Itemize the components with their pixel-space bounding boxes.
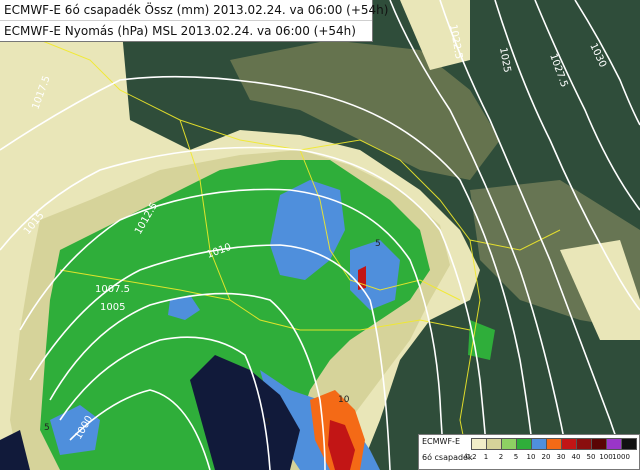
legend-swatch xyxy=(606,438,622,450)
legend-title: ECMWF-E xyxy=(422,437,460,446)
legend-threshold: 5 xyxy=(513,453,519,461)
legend-swatch xyxy=(486,438,502,450)
precip-label: 5 xyxy=(44,423,50,433)
precip-title: ECMWF-E 6ó csapadék Össz (mm) 2013.02.24… xyxy=(4,3,389,17)
legend-threshold: 1 xyxy=(483,453,489,461)
precip-label: 5 xyxy=(265,418,271,428)
legend-threshold: 100 xyxy=(599,453,613,461)
legend-threshold: 10 xyxy=(526,453,536,461)
legend-threshold: 0.2 xyxy=(465,453,477,461)
legend-threshold: 2 xyxy=(498,453,504,461)
precip-zone-20mm-spot xyxy=(358,266,366,290)
legend-swatch xyxy=(546,438,562,450)
precip-label: 5 xyxy=(375,239,381,249)
legend-swatch xyxy=(471,438,487,450)
legend-swatch xyxy=(576,438,592,450)
legend-swatch xyxy=(531,438,547,450)
isobar-label: 1005 xyxy=(100,302,125,313)
legend-threshold: 1000 xyxy=(612,453,630,461)
isobar-label: 1007.5 xyxy=(95,284,130,295)
map-stage: 1030 1027.5 1025 1022.5 1017.5 1015 1012… xyxy=(0,0,640,470)
legend-swatch xyxy=(501,438,517,450)
legend-threshold: 30 xyxy=(556,453,566,461)
legend-swatch xyxy=(621,438,637,450)
legend-threshold: 50 xyxy=(586,453,596,461)
legend-threshold: 20 xyxy=(541,453,551,461)
legend-swatch xyxy=(516,438,532,450)
legend-threshold: 40 xyxy=(571,453,581,461)
pressure-title: ECMWF-E Nyomás (hPa) MSL 2013.02.24. va … xyxy=(0,20,372,41)
legend-swatch xyxy=(561,438,577,450)
weather-map: 1030 1027.5 1025 1022.5 1017.5 1015 1012… xyxy=(0,0,640,470)
map-header: ECMWF-E 6ó csapadék Össz (mm) 2013.02.24… xyxy=(0,0,389,42)
precip-label: 10 xyxy=(338,395,350,405)
precip-legend: ECMWF-E 6ó csapadék 0.2 1 2 5 10 20 30 40 50 100 1… xyxy=(418,434,640,470)
legend-swatch xyxy=(591,438,607,450)
